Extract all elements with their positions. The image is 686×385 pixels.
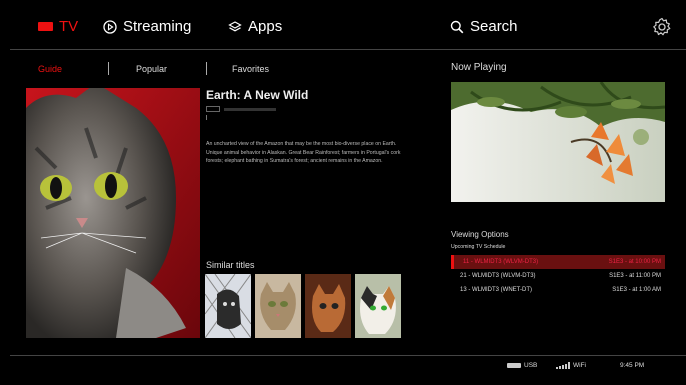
schedule-time: S1E3 - at 11:00 PM bbox=[609, 273, 661, 279]
tab-favorites[interactable]: Favorites bbox=[232, 64, 269, 74]
program-poster[interactable] bbox=[26, 88, 200, 338]
similar-title-thumb[interactable] bbox=[205, 274, 251, 338]
nav-tv[interactable]: TV bbox=[38, 18, 78, 35]
gear-icon[interactable] bbox=[652, 17, 672, 37]
schedule-channel: 11 - WLMIDT3 (WLVM-DT3) bbox=[463, 259, 539, 265]
meta-marker bbox=[206, 115, 212, 120]
nav-tv-label: TV bbox=[59, 18, 79, 35]
search-icon bbox=[450, 20, 464, 33]
similar-title-thumb[interactable] bbox=[355, 274, 401, 338]
program-info: Earth: A New Wild An uncharted view of t… bbox=[206, 88, 406, 164]
program-panel: Guide Popular Favorites Earth: A New Wil… bbox=[26, 58, 410, 338]
tab-popular[interactable]: Popular bbox=[136, 64, 167, 74]
nav-apps[interactable]: Apps bbox=[228, 18, 282, 35]
top-nav: TV Streaming Apps Search bbox=[10, 12, 686, 46]
wifi-status: WiFi bbox=[556, 362, 586, 369]
schedule-channel: 13 - WLMIDT3 (WNET-DT) bbox=[460, 287, 532, 293]
nav-search-label: Search bbox=[470, 18, 518, 35]
schedule-row[interactable]: 13 - WLMIDT3 (WNET-DT) S1E3 - at 1:00 AM bbox=[451, 283, 665, 297]
similar-title-thumb[interactable] bbox=[305, 274, 351, 338]
schedule-row[interactable]: 11 - WLMIDT3 (WLVM-DT3) S1E3 - at 10:00 … bbox=[451, 255, 665, 269]
nav-search[interactable]: Search bbox=[450, 18, 518, 35]
program-description: An uncharted view of the Amazon that may… bbox=[206, 141, 401, 164]
schedule-subheading: Upcoming TV Schedule bbox=[451, 244, 506, 250]
bottom-divider bbox=[10, 355, 686, 356]
similar-title-thumb[interactable] bbox=[255, 274, 301, 338]
tab-divider bbox=[108, 62, 109, 75]
viewing-options-heading: Viewing Options bbox=[451, 230, 509, 239]
clock: 9:45 PM bbox=[620, 362, 645, 369]
program-meta bbox=[206, 106, 406, 112]
now-playing-preview[interactable] bbox=[451, 82, 665, 202]
schedule-row[interactable]: 21 - WLMIDT3 (WLVM-DT3) S1E3 - at 11:00 … bbox=[451, 269, 665, 283]
schedule-time: S1E3 - at 1:00 AM bbox=[612, 287, 661, 293]
usb-status: USB bbox=[507, 362, 537, 369]
tab-divider bbox=[206, 62, 207, 75]
top-divider bbox=[10, 49, 686, 50]
signal-icon bbox=[556, 362, 570, 369]
nav-apps-label: Apps bbox=[248, 18, 283, 35]
rating-badge bbox=[206, 106, 220, 112]
now-playing-heading: Now Playing bbox=[451, 62, 507, 73]
schedule-list: 11 - WLMIDT3 (WLVM-DT3) S1E3 - at 10:00 … bbox=[451, 255, 665, 297]
tv-icon bbox=[38, 22, 53, 31]
nav-streaming[interactable]: Streaming bbox=[103, 18, 191, 35]
similar-titles-heading: Similar titles bbox=[206, 260, 255, 270]
meta-info bbox=[224, 107, 276, 111]
usb-icon bbox=[507, 363, 521, 368]
schedule-time: S1E3 - at 10:00 PM bbox=[608, 259, 661, 265]
play-circle-icon bbox=[103, 19, 117, 34]
similar-titles-row bbox=[205, 274, 405, 338]
tab-guide[interactable]: Guide bbox=[38, 64, 62, 74]
nav-streaming-label: Streaming bbox=[123, 18, 192, 35]
wifi-label: WiFi bbox=[573, 362, 586, 369]
usb-label: USB bbox=[524, 362, 538, 369]
layers-icon bbox=[228, 20, 242, 31]
schedule-channel: 21 - WLMIDT3 (WLVM-DT3) bbox=[460, 273, 536, 279]
sub-tabs: Guide Popular Favorites bbox=[26, 58, 410, 78]
program-title: Earth: A New Wild bbox=[206, 88, 309, 102]
